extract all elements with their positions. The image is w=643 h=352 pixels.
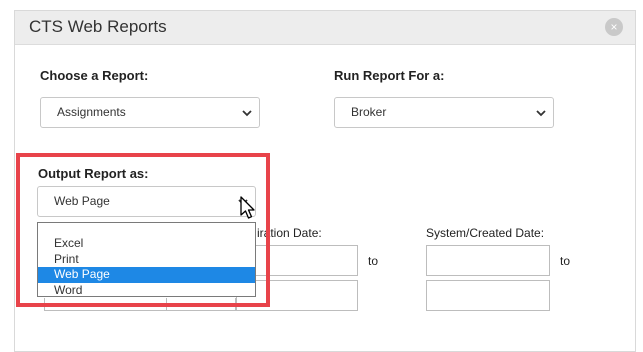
option-excel[interactable]: Excel	[38, 236, 255, 252]
output-report-options[interactable]: Excel Print Web Page Word	[37, 222, 256, 297]
option-word[interactable]: Word	[38, 283, 255, 299]
chevron-down-icon	[536, 110, 546, 117]
dialog-titlebar: CTS Web Reports ×	[15, 11, 635, 45]
system-created-label: System/Created Date:	[426, 226, 545, 240]
choose-report-select[interactable]: Assignments	[40, 97, 260, 128]
output-report-label: Output Report as:	[38, 166, 149, 181]
system-created-second-input[interactable]	[426, 280, 550, 311]
dialog-title: CTS Web Reports	[29, 17, 167, 36]
output-report-select[interactable]: Web Page	[37, 186, 256, 217]
mouse-pointer-icon	[240, 196, 255, 219]
choose-report-label: Choose a Report:	[40, 68, 149, 83]
system-created-to-label: to	[560, 254, 571, 268]
expiration-date-label: iration Date:	[257, 226, 322, 240]
expiration-to-label: to	[368, 254, 379, 268]
choose-report-value: Assignments	[57, 105, 126, 119]
option-print[interactable]: Print	[38, 252, 255, 268]
run-for-select[interactable]: Broker	[334, 97, 554, 128]
input-divider	[166, 298, 167, 311]
run-for-label: Run Report For a:	[334, 68, 445, 83]
system-created-from-input[interactable]	[426, 245, 550, 276]
option-web-page[interactable]: Web Page	[38, 267, 255, 283]
chevron-down-icon	[242, 110, 252, 117]
run-for-value: Broker	[351, 105, 387, 119]
output-report-value: Web Page	[54, 194, 110, 208]
hidden-input-row[interactable]	[44, 298, 236, 311]
close-icon[interactable]: ×	[605, 18, 623, 36]
